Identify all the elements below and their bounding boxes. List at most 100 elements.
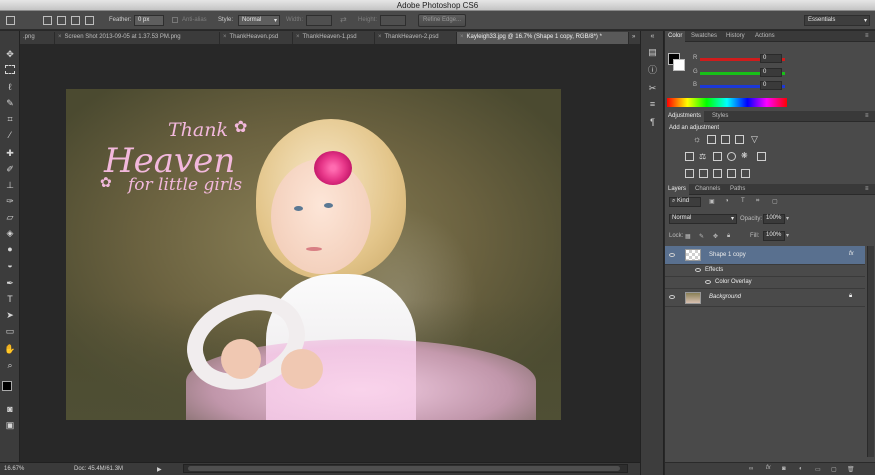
layer-name[interactable]: Background xyxy=(709,294,741,300)
lock-all-icon[interactable]: 🔒︎ xyxy=(727,233,730,240)
close-icon[interactable]: × xyxy=(223,34,227,40)
lock-position-icon[interactable]: ✥ xyxy=(713,233,718,240)
tab-paths[interactable]: Paths xyxy=(730,186,745,192)
marquee-tool-preset-icon[interactable] xyxy=(6,16,15,25)
lock-transparent-icon[interactable]: ▦ xyxy=(685,233,691,240)
quick-selection-tool-icon[interactable]: ✎ xyxy=(4,97,16,109)
chevron-down-icon[interactable]: ▾ xyxy=(786,232,789,239)
lock-image-icon[interactable]: ✎ xyxy=(699,233,704,240)
clone-stamp-tool-icon[interactable]: ⊥ xyxy=(4,179,16,191)
foreground-color-swatch[interactable] xyxy=(2,381,12,391)
panel-menu-icon[interactable]: ≡ xyxy=(865,33,869,39)
visibility-eye-icon[interactable] xyxy=(669,295,675,299)
filter-smart-object-icon[interactable]: ▢ xyxy=(772,198,778,205)
close-icon[interactable]: × xyxy=(460,34,464,40)
channel-mixer-icon[interactable]: ❋ xyxy=(741,151,750,160)
hue-saturation-icon[interactable] xyxy=(685,152,694,161)
height-input[interactable] xyxy=(380,15,406,26)
tabs-overflow-icon[interactable]: » xyxy=(629,32,640,44)
collapse-dock-icon[interactable]: « xyxy=(647,31,658,42)
close-icon[interactable]: × xyxy=(58,34,62,40)
panel-menu-icon[interactable]: ≡ xyxy=(865,113,869,119)
new-adjustment-layer-icon[interactable]: ◐ xyxy=(799,466,803,472)
brush-panel-icon[interactable]: ≡ xyxy=(647,99,658,110)
panel-menu-icon[interactable]: ≡ xyxy=(865,186,869,192)
layer-filter-kind-select[interactable]: ⌕ Kind xyxy=(669,197,701,207)
posterize-icon[interactable] xyxy=(699,169,708,178)
layer-color-overlay-row[interactable]: Color Overlay xyxy=(665,277,865,289)
filter-adjustment-icon[interactable]: ◑ xyxy=(725,198,729,204)
quick-mask-icon[interactable]: ◙ xyxy=(4,403,16,415)
path-selection-tool-icon[interactable]: ➤ xyxy=(4,309,16,321)
add-mask-icon[interactable]: ◙ xyxy=(782,466,786,472)
zoom-level[interactable]: 16.67% xyxy=(4,466,24,472)
tab-screenshot[interactable]: × Screen Shot 2013-09-05 at 1.37.53 PM.pn… xyxy=(55,32,220,44)
intersect-selection-icon[interactable] xyxy=(85,16,94,25)
filter-shape-icon[interactable]: ⌗ xyxy=(756,198,759,205)
threshold-icon[interactable] xyxy=(713,169,722,178)
tab-styles[interactable]: Styles xyxy=(712,113,728,119)
fill-input[interactable]: 100% xyxy=(763,231,785,241)
new-group-icon[interactable]: ▭ xyxy=(815,466,821,473)
layer-row-background[interactable]: Background 🔒︎ xyxy=(665,289,865,307)
opacity-input[interactable]: 100% xyxy=(763,214,785,224)
feather-input[interactable]: 0 px xyxy=(134,15,164,26)
levels-icon[interactable] xyxy=(707,135,716,144)
refine-edge-button[interactable]: Refine Edge... xyxy=(418,14,466,27)
tab-thankheaven-2[interactable]: × ThankHeaven-2.psd xyxy=(375,32,457,44)
width-input[interactable] xyxy=(306,15,332,26)
lasso-tool-icon[interactable]: ℓ xyxy=(4,81,16,93)
new-layer-icon[interactable]: ▢ xyxy=(831,466,837,473)
gradient-map-icon[interactable] xyxy=(727,169,736,178)
add-to-selection-icon[interactable] xyxy=(57,16,66,25)
blend-mode-select[interactable]: Normal ▾ xyxy=(669,214,737,224)
tab-thankheaven-1[interactable]: × ThankHeaven-1.psd xyxy=(293,32,375,44)
link-layers-icon[interactable]: ∞ xyxy=(749,466,753,472)
antialias-checkbox[interactable] xyxy=(172,17,178,23)
swap-dimensions-icon[interactable]: ⇄ xyxy=(340,15,347,24)
invert-icon[interactable] xyxy=(685,169,694,178)
type-tool-icon[interactable]: T xyxy=(4,293,16,305)
add-layer-style-icon[interactable]: fx xyxy=(766,465,771,471)
photo-filter-icon[interactable] xyxy=(727,152,736,161)
screen-mode-icon[interactable]: ▣ xyxy=(4,419,16,431)
tab-history[interactable]: History xyxy=(726,33,745,39)
dodge-tool-icon[interactable]: ◒ xyxy=(4,259,16,271)
move-tool-icon[interactable]: ✥ xyxy=(4,48,16,60)
black-white-icon[interactable] xyxy=(713,152,722,161)
tab-swatches[interactable]: Swatches xyxy=(691,33,717,39)
horizontal-scrollbar-thumb[interactable] xyxy=(188,466,620,471)
color-balance-icon[interactable]: ⚖ xyxy=(699,152,708,161)
chevron-down-icon[interactable]: ▾ xyxy=(786,215,789,222)
filter-type-icon[interactable]: T xyxy=(741,198,745,204)
style-select[interactable]: Normal ▾ xyxy=(238,15,280,26)
paint-bucket-tool-icon[interactable]: ◈ xyxy=(4,227,16,239)
filter-pixel-icon[interactable]: ▣ xyxy=(709,198,715,205)
eraser-tool-icon[interactable]: ▱ xyxy=(4,211,16,223)
vibrance-icon[interactable]: ▽ xyxy=(751,134,760,144)
tab-layers[interactable]: Layers xyxy=(665,184,690,195)
eyedropper-tool-icon[interactable]: ⁄ xyxy=(4,129,16,141)
tab-channels[interactable]: Channels xyxy=(695,186,720,192)
visibility-eye-icon[interactable] xyxy=(695,268,701,272)
subtract-from-selection-icon[interactable] xyxy=(71,16,80,25)
info-panel-icon[interactable]: ⓘ xyxy=(647,65,658,76)
delete-layer-icon[interactable]: 🗑︎ xyxy=(847,466,855,473)
channel-g-value[interactable]: 0 xyxy=(760,68,782,77)
tab-thankheaven[interactable]: × ThankHeaven.psd xyxy=(220,32,293,44)
tab-adjustments[interactable]: Adjustments xyxy=(665,111,705,122)
status-menu-arrow-icon[interactable]: ▶ xyxy=(157,466,162,473)
pen-tool-icon[interactable]: ✒ xyxy=(4,277,16,289)
visibility-eye-icon[interactable] xyxy=(669,253,675,257)
marquee-tool-icon[interactable] xyxy=(5,65,15,74)
channel-r-value[interactable]: 0 xyxy=(760,54,782,63)
close-icon[interactable]: × xyxy=(378,34,382,40)
paragraph-panel-icon[interactable]: ¶ xyxy=(647,117,658,128)
background-color-chip[interactable] xyxy=(673,59,685,71)
shape-tool-icon[interactable]: ▭ xyxy=(4,325,16,337)
layer-row-shape-1-copy[interactable]: Shape 1 copy fx xyxy=(665,246,865,265)
new-selection-icon[interactable] xyxy=(43,16,52,25)
tab-png[interactable]: .png xyxy=(20,32,55,44)
tab-kayleigh33[interactable]: × Kayleigh33.jpg @ 16.7% (Shape 1 copy, R… xyxy=(457,32,629,44)
channel-b-value[interactable]: 0 xyxy=(760,81,782,90)
